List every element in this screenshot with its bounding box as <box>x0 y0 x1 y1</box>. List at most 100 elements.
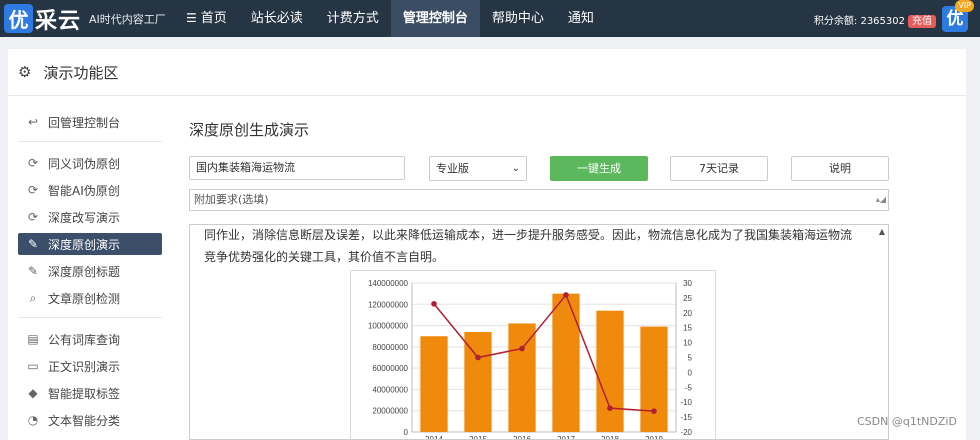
tag-icon: ◆ <box>28 386 38 400</box>
demo-panel: ⚙ 演示功能区 ↩ 回管理控制台 ⟳ 同义词伪原创 ⟳ 智能AI伪原创 ⟳ 深度改写演示… <box>8 49 966 440</box>
menu-icon: ☰ <box>186 11 197 25</box>
sidebar-item-label: 文章原创检测 <box>48 291 121 306</box>
bar <box>596 310 624 432</box>
nav-notice[interactable]: 通知 <box>556 0 606 37</box>
x-tick-label: 2019 <box>645 435 663 440</box>
search-icon: ⌕ <box>29 290 37 305</box>
main-nav: ☰ 首页 站长必读 计费方式 管理控制台 帮助中心 通知 <box>174 0 606 37</box>
score-label: 积分余额: 2365302 <box>813 16 905 27</box>
x-tick-label: 2016 <box>513 435 531 440</box>
watermark: CSDN @q1tNDZiD <box>857 415 957 428</box>
sidebar-item-originality-check[interactable]: ⌕ 文章原创检测 <box>18 287 162 309</box>
nav-billing[interactable]: 计费方式 <box>315 0 391 37</box>
resize-grip-icon[interactable]: ▴◢ <box>876 190 886 210</box>
sidebar-item-label: 深度改写演示 <box>48 210 121 225</box>
extra-requirements-input[interactable]: 附加要求(选填) ▴◢ <box>189 189 889 211</box>
chevron-down-icon: ⌄ <box>511 163 520 174</box>
sidebar-item-label: 深度原创演示 <box>48 237 121 252</box>
sidebar-item-text-recognition[interactable]: ▭ 正文识别演示 <box>18 355 162 377</box>
x-tick-label: 2015 <box>469 435 487 440</box>
sidebar-item-ai-rewrite[interactable]: ⟳ 智能AI伪原创 <box>18 179 162 201</box>
y2-tick-label: 20 <box>683 309 692 318</box>
y2-tick-label: 15 <box>683 324 692 333</box>
page-title: 深度原创生成演示 <box>189 121 310 139</box>
y2-tick-label: -5 <box>685 383 693 392</box>
sidebar-item-label: 深度原创标题 <box>48 264 121 279</box>
generate-button[interactable]: 一键生成 <box>550 156 648 181</box>
x-tick-label: 2018 <box>601 435 619 440</box>
sidebar-item-public-lexicon[interactable]: ▤ 公有词库查询 <box>18 328 162 350</box>
back-arrow-icon: ↩ <box>27 115 39 129</box>
sidebar-item-back-console[interactable]: ↩ 回管理控制台 <box>18 111 162 133</box>
output-chart: 140000000 120000000 100000000 80000000 60000… <box>350 270 716 440</box>
nav-must-read[interactable]: 站长必读 <box>239 0 315 37</box>
edit-icon: ✎ <box>27 264 39 278</box>
monitor-icon: ▭ <box>27 359 39 373</box>
y2-tick-label: 5 <box>688 354 693 363</box>
bar <box>420 336 448 432</box>
nav-help[interactable]: 帮助中心 <box>480 0 556 37</box>
nav-console[interactable]: 管理控制台 <box>390 0 480 37</box>
sidebar-item-synonym[interactable]: ⟳ 同义词伪原创 <box>18 152 162 174</box>
bar <box>508 323 536 432</box>
topic-input[interactable]: 国内集装箱海运物流 <box>189 156 405 180</box>
line-point <box>519 345 525 352</box>
x-tick-label: 2014 <box>425 435 443 440</box>
history-button[interactable]: 7天记录 <box>670 156 768 181</box>
top-navbar: 优 采云 AI时代内容工厂 ☰ 首页 站长必读 计费方式 管理控制台 帮助中心 通… <box>0 0 980 37</box>
line-point <box>475 354 481 361</box>
line-point <box>563 292 569 298</box>
pie-icon: ◔ <box>27 413 39 427</box>
edit-icon: ✎ <box>27 237 39 251</box>
sidebar-item-label: 智能AI伪原创 <box>48 183 120 198</box>
refresh-icon: ⟳ <box>27 210 39 224</box>
version-select-value: 专业版 <box>436 162 469 175</box>
sidebar-item-label: 智能提取标签 <box>48 386 121 401</box>
y-tick-label: 0 <box>404 428 409 437</box>
line-point <box>431 301 437 307</box>
logo-name: 采云 <box>35 8 82 34</box>
sidebar-item-deep-original[interactable]: ✎ 深度原创演示 <box>18 233 162 255</box>
sidebar-item-label: 同义词伪原创 <box>48 156 121 171</box>
y-tick-label: 20000000 <box>372 407 408 416</box>
sidebar-item-tag-extract[interactable]: ◆ 智能提取标签 <box>18 382 162 404</box>
logo[interactable]: 优 采云 AI时代内容工厂 <box>4 4 166 34</box>
version-select[interactable]: 专业版 ⌄ <box>429 156 527 181</box>
sidebar-item-label: 文本智能分类 <box>48 413 121 428</box>
y2-tick-label: 25 <box>683 294 692 303</box>
y2-tick-label: -20 <box>680 428 692 437</box>
panel-header: ⚙ 演示功能区 <box>8 49 966 96</box>
scroll-up-icon[interactable]: ▲ <box>879 227 885 236</box>
refresh-icon: ⟳ <box>27 183 39 197</box>
y-tick-label: 100000000 <box>368 322 409 331</box>
sidebar-item-deep-rewrite[interactable]: ⟳ 深度改写演示 <box>18 206 162 228</box>
y2-tick-label: 0 <box>688 368 693 377</box>
sidebar: ↩ 回管理控制台 ⟳ 同义词伪原创 ⟳ 智能AI伪原创 ⟳ 深度改写演示 ✎ 深度原创演示… <box>18 111 162 436</box>
sidebar-item-deep-title[interactable]: ✎ 深度原创标题 <box>18 260 162 282</box>
bar <box>552 293 580 432</box>
sidebar-item-label: 回管理控制台 <box>48 115 121 130</box>
logo-tagline: AI时代内容工厂 <box>89 12 166 26</box>
sidebar-item-text-classify[interactable]: ◔ 文本智能分类 <box>18 409 162 431</box>
line-point <box>607 405 613 411</box>
y2-tick-label: -10 <box>680 398 692 407</box>
nav-home[interactable]: ☰ 首页 <box>174 0 239 37</box>
sidebar-item-label: 公有词库查询 <box>48 332 121 347</box>
y2-tick-label: 30 <box>683 279 692 288</box>
output-area[interactable]: 同作业，消除信息断层及误差，以此来降低运输成本，进一步提升服务感受。因此，物流信… <box>189 224 889 440</box>
vip-badge: VIP <box>955 0 974 12</box>
y2-tick-label: 10 <box>683 339 692 348</box>
x-tick-label: 2017 <box>557 435 575 440</box>
y-tick-label: 40000000 <box>372 385 408 394</box>
score-balance: 积分余额: 2365302 充值 <box>813 12 936 28</box>
extra-requirements-placeholder: 附加要求(选填) <box>194 193 269 206</box>
sidebar-item-label: 正文识别演示 <box>48 359 121 374</box>
panel-title: 演示功能区 <box>43 63 119 82</box>
output-text: 同作业，消除信息断层及误差，以此来降低运输成本，进一步提升服务感受。因此，物流信… <box>204 228 853 264</box>
sidebar-divider <box>18 317 162 318</box>
y2-tick-label: -15 <box>680 413 692 422</box>
book-icon: ▤ <box>27 332 39 346</box>
help-button[interactable]: 说明 <box>791 156 889 181</box>
y-tick-label: 60000000 <box>372 364 408 373</box>
recharge-button[interactable]: 充值 <box>908 15 936 28</box>
